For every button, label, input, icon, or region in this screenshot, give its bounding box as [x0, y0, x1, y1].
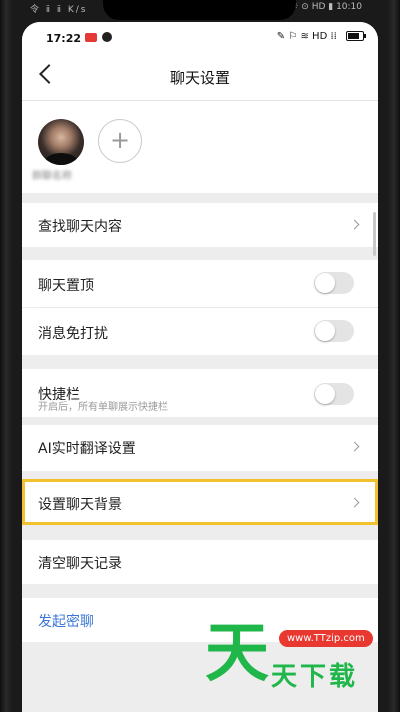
- notification-icon: [85, 33, 97, 42]
- status-right: ✎ ⚐ ≋ HD ⁞⁞: [276, 31, 366, 42]
- camera-notch: [103, 0, 296, 20]
- mute-notifications-row: 消息免打扰: [22, 308, 378, 355]
- chat-background-row[interactable]: 设置聊天背景: [22, 481, 378, 525]
- status-time: 17:22: [46, 32, 82, 45]
- chevron-right-icon: [349, 219, 360, 230]
- page-title: 聊天设置: [169, 69, 230, 87]
- chat-background-label: 设置聊天背景: [38, 497, 122, 513]
- pin-chat-toggle[interactable]: [314, 272, 354, 294]
- clear-history-label: 清空聊天记录: [38, 556, 122, 572]
- outer-status-right: ☼ ⊙ HD ▮ 10:10: [290, 2, 362, 12]
- app-notification-icon: [102, 32, 112, 42]
- member-section: 群聊名称 +: [22, 101, 378, 193]
- shortcut-bar-hint: 开启后，所有单聊展示快捷栏: [38, 402, 168, 413]
- watermark-text: 天下载: [271, 662, 359, 692]
- member-avatar[interactable]: [38, 119, 84, 165]
- status-bar: 17:22 ✎ ⚐ ≋ HD ⁞⁞: [22, 22, 378, 54]
- shortcut-bar-toggle[interactable]: [314, 383, 354, 405]
- pin-chat-row: 聊天置顶: [22, 260, 378, 307]
- mute-notifications-label: 消息免打扰: [38, 326, 108, 342]
- watermark-url: www.TTzip.com: [279, 630, 373, 647]
- search-chat-history-row[interactable]: 查找聊天内容: [22, 203, 378, 247]
- toggle-knob: [315, 321, 335, 341]
- search-chat-history-label: 查找聊天内容: [38, 219, 122, 235]
- battery-icon: [346, 31, 366, 41]
- chevron-right-icon: [349, 441, 360, 452]
- add-member-button[interactable]: +: [98, 119, 142, 163]
- member-name: 群聊名称: [32, 171, 72, 182]
- clear-history-row[interactable]: 清空聊天记录: [22, 540, 378, 584]
- mute-notifications-toggle[interactable]: [314, 320, 354, 342]
- screen: 17:22 ✎ ⚐ ≋ HD ⁞⁞ 聊天设置 群聊名称 + 查找聊天内容 聊天置…: [22, 22, 378, 712]
- avatar-shirt: [44, 153, 78, 165]
- ai-translate-label: AI实时翻译设置: [38, 441, 136, 457]
- chevron-right-icon: [349, 497, 360, 508]
- secret-chat-link: 发起密聊: [38, 614, 94, 630]
- toggle-knob: [315, 273, 335, 293]
- watermark: 天 www.TTzip.com 天下载: [205, 618, 390, 696]
- toggle-knob: [315, 384, 335, 404]
- outer-status-left: 令 ⅱ ⅱ K/s: [30, 5, 88, 15]
- scrollbar[interactable]: [373, 212, 376, 256]
- watermark-logo: 天: [205, 617, 269, 691]
- title-bar: 聊天设置: [22, 54, 378, 101]
- ai-translate-row[interactable]: AI实时翻译设置: [22, 425, 378, 471]
- pin-chat-label: 聊天置顶: [38, 278, 94, 294]
- status-icons: ✎ ⚐ ≋ HD ⁞⁞: [276, 31, 337, 42]
